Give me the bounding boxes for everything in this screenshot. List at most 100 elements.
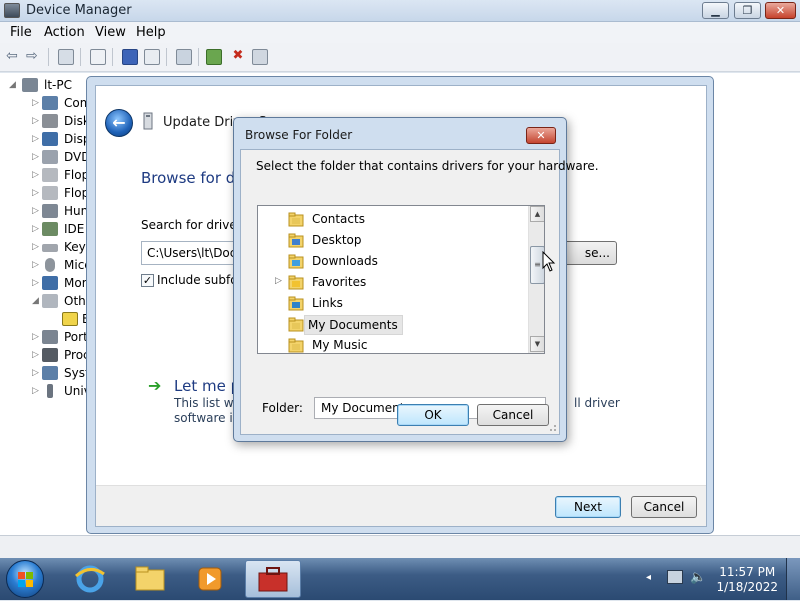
windows-logo-icon bbox=[18, 572, 33, 587]
back-arrow-icon[interactable]: ⇦ bbox=[6, 49, 22, 65]
action-pane-icon[interactable] bbox=[144, 49, 160, 65]
cancel-button[interactable]: Cancel bbox=[631, 496, 697, 518]
clock[interactable]: 11:57 PM 1/18/2022 bbox=[716, 565, 778, 595]
device-manager-icon bbox=[4, 3, 20, 18]
green-arrow-icon: ➔ bbox=[148, 376, 162, 395]
toolbar-separator bbox=[80, 48, 81, 66]
tree-item-label: Mor bbox=[64, 276, 87, 290]
folder-row[interactable]: My Documents bbox=[258, 314, 528, 335]
maximize-button[interactable]: ❐ bbox=[734, 2, 761, 19]
folder-label: Contacts bbox=[312, 212, 365, 226]
desktop-folder-icon bbox=[288, 233, 304, 248]
folder-row[interactable]: Contacts bbox=[258, 209, 528, 230]
network-icon[interactable] bbox=[667, 570, 683, 584]
scroll-up-icon[interactable]: ▲ bbox=[530, 206, 544, 222]
computer-icon bbox=[22, 78, 38, 92]
folder-row[interactable]: ▷ Favorites bbox=[258, 272, 528, 293]
toolbar-separator bbox=[166, 48, 167, 66]
documents-folder-icon bbox=[288, 317, 304, 332]
downloads-folder-icon bbox=[288, 254, 304, 269]
expand-icon[interactable]: ▷ bbox=[275, 276, 282, 286]
minimize-button[interactable]: ▁ bbox=[702, 2, 729, 19]
status-bar bbox=[0, 535, 800, 558]
help-icon[interactable] bbox=[122, 49, 138, 65]
folder-row[interactable]: Desktop bbox=[258, 230, 528, 251]
folder-row[interactable]: My Music bbox=[258, 335, 528, 353]
toolbar: ⇦ ⇨ ✖ bbox=[0, 43, 800, 72]
update-driver-icon[interactable] bbox=[206, 49, 222, 65]
media-player-button[interactable] bbox=[182, 560, 238, 598]
folder-label: My Music bbox=[312, 338, 368, 352]
start-button[interactable] bbox=[6, 560, 44, 598]
uninstall-icon[interactable]: ✖ bbox=[230, 49, 246, 65]
folder-row[interactable]: Downloads bbox=[258, 251, 528, 272]
collapse-icon[interactable]: ◢ bbox=[9, 76, 16, 94]
back-arrow-icon[interactable]: ← bbox=[105, 109, 133, 137]
console-tree-icon[interactable] bbox=[58, 49, 74, 65]
device-manager-titlebar: Device Manager ▁ ❐ ✕ bbox=[0, 0, 800, 22]
device-manager-task-button[interactable] bbox=[245, 560, 301, 598]
toolbar-separator bbox=[198, 48, 199, 66]
internet-explorer-icon bbox=[75, 565, 105, 593]
toolbox-icon bbox=[258, 567, 288, 592]
mouse-cursor-icon bbox=[542, 251, 556, 272]
windows-explorer-button[interactable] bbox=[122, 560, 178, 598]
resize-grip-icon[interactable] bbox=[547, 422, 557, 432]
menu-view[interactable]: View bbox=[95, 25, 126, 40]
taskbar: ◂ 🔈 11:57 PM 1/18/2022 bbox=[0, 558, 800, 600]
window-title: Device Manager bbox=[26, 3, 132, 18]
scan-hardware-icon[interactable] bbox=[176, 49, 192, 65]
dvd-drive-icon bbox=[42, 150, 58, 164]
next-button[interactable]: Next bbox=[555, 496, 621, 518]
internet-explorer-button[interactable] bbox=[62, 560, 118, 598]
clock-time: 11:57 PM bbox=[719, 565, 776, 579]
disable-device-icon[interactable] bbox=[252, 49, 268, 65]
music-folder-icon bbox=[288, 338, 304, 353]
warning-icon bbox=[62, 312, 78, 326]
processor-icon bbox=[42, 348, 58, 362]
browse-for-folder-dialog: Browse For Folder ✕ Select the folder th… bbox=[233, 117, 599, 442]
folder-scrollbar[interactable]: ▲ ≡ ▼ bbox=[528, 206, 544, 353]
contacts-folder-icon bbox=[288, 212, 304, 227]
menu-file[interactable]: File bbox=[10, 25, 32, 40]
menu-help[interactable]: Help bbox=[136, 25, 166, 40]
port-icon bbox=[42, 330, 58, 344]
other-devices-icon bbox=[42, 294, 58, 308]
display-adapter-icon bbox=[42, 132, 58, 146]
floppy-drive-icon bbox=[42, 168, 58, 182]
menu-action[interactable]: Action bbox=[44, 25, 85, 40]
floppy-controller-icon bbox=[42, 186, 58, 200]
show-hidden-icons-icon[interactable]: ◂ bbox=[646, 572, 651, 583]
ok-button[interactable]: OK bbox=[397, 404, 469, 426]
ide-controller-icon bbox=[42, 222, 58, 236]
forward-arrow-icon[interactable]: ⇨ bbox=[26, 49, 42, 65]
dialog-instruction: Select the folder that contains drivers … bbox=[256, 159, 599, 173]
folder-label: My Documents bbox=[304, 315, 403, 335]
folder-icon bbox=[135, 566, 165, 591]
folder-label: Favorites bbox=[312, 275, 367, 289]
folder-row[interactable]: Links bbox=[258, 293, 528, 314]
tree-root-label: lt-PC bbox=[44, 78, 72, 92]
volume-muted-icon[interactable]: 🔈 bbox=[690, 570, 706, 585]
toolbar-separator bbox=[48, 48, 49, 66]
properties-icon[interactable] bbox=[90, 49, 106, 65]
folder-tree[interactable]: Contacts Desktop Downloads ▷ Favorites Links M… bbox=[257, 205, 545, 354]
media-player-icon bbox=[198, 567, 222, 591]
dialog-cancel-button[interactable]: Cancel bbox=[477, 404, 549, 426]
hid-icon bbox=[42, 204, 58, 218]
dialog-close-button[interactable]: ✕ bbox=[526, 127, 556, 144]
disk-drive-icon bbox=[42, 114, 58, 128]
monitor-icon bbox=[42, 276, 58, 290]
keyboard-icon bbox=[42, 244, 58, 252]
toolbar-separator bbox=[112, 48, 113, 66]
tree-item-label: Hun bbox=[64, 204, 89, 218]
scroll-down-icon[interactable]: ▼ bbox=[530, 336, 544, 352]
system-device-icon bbox=[42, 366, 58, 380]
links-folder-icon bbox=[288, 296, 304, 311]
show-desktop-button[interactable] bbox=[786, 558, 800, 600]
include-subfolders-checkbox[interactable]: ✓ bbox=[141, 274, 154, 287]
folder-field-label: Folder: bbox=[262, 401, 303, 415]
folder-label: Links bbox=[312, 296, 343, 310]
folder-label: Desktop bbox=[312, 233, 362, 247]
close-button[interactable]: ✕ bbox=[765, 2, 796, 19]
